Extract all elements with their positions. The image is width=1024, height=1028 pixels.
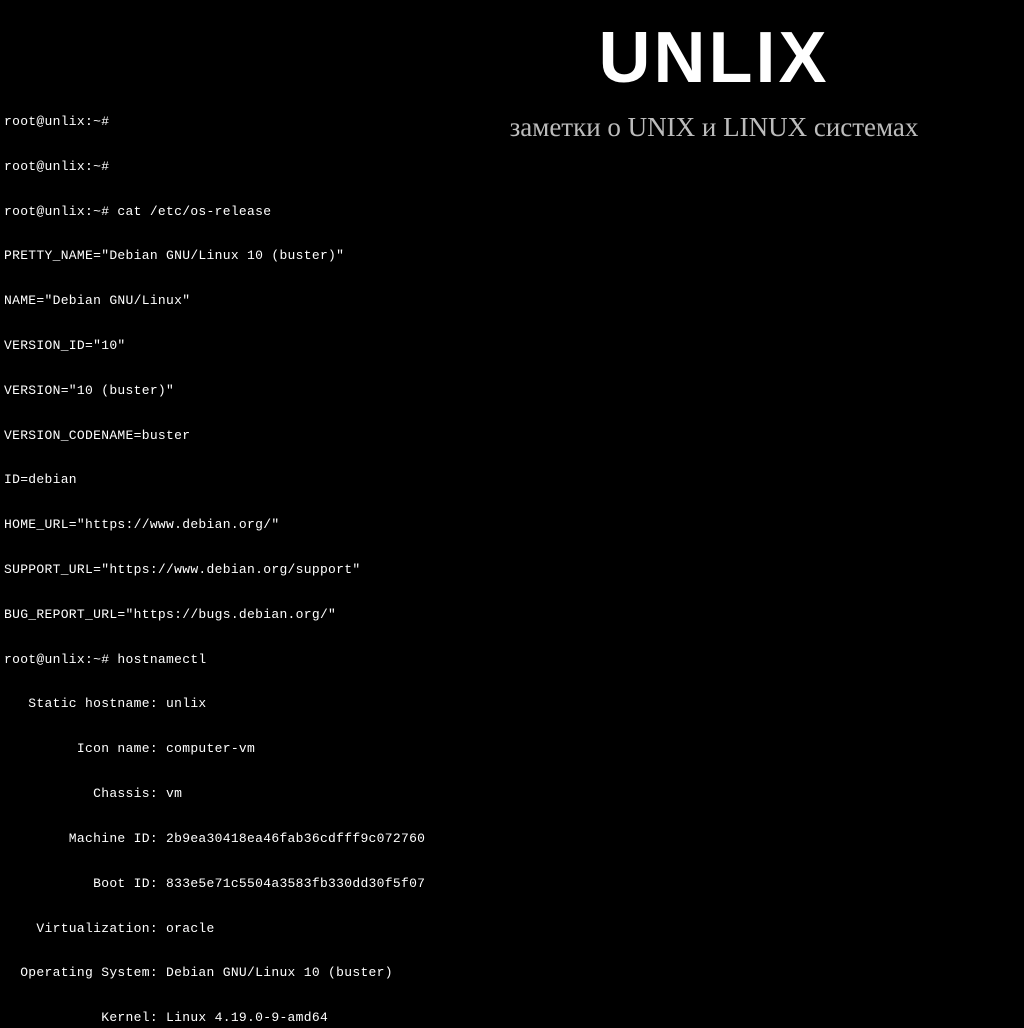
terminal-line: Static hostname: unlix [4,697,1020,712]
terminal-line: Icon name: computer-vm [4,742,1020,757]
terminal-line: Virtualization: oracle [4,922,1020,937]
terminal-line: Kernel: Linux 4.19.0-9-amd64 [4,1011,1020,1026]
terminal-line: VERSION_ID="10" [4,339,1020,354]
terminal-line: root@unlix:~# [4,160,1020,175]
brand-title: UNLIX [444,22,984,94]
terminal-line: VERSION="10 (buster)" [4,384,1020,399]
terminal-output[interactable]: root@unlix:~# root@unlix:~# root@unlix:~… [4,85,1020,1028]
terminal-line: Chassis: vm [4,787,1020,802]
terminal-line: NAME="Debian GNU/Linux" [4,294,1020,309]
terminal-line: BUG_REPORT_URL="https://bugs.debian.org/… [4,608,1020,623]
terminal-line: HOME_URL="https://www.debian.org/" [4,518,1020,533]
terminal-line: root@unlix:~# cat /etc/os-release [4,205,1020,220]
terminal-line: SUPPORT_URL="https://www.debian.org/supp… [4,563,1020,578]
terminal-line: root@unlix:~# hostnamectl [4,653,1020,668]
terminal-line: root@unlix:~# [4,115,1020,130]
terminal-line: PRETTY_NAME="Debian GNU/Linux 10 (buster… [4,249,1020,264]
terminal-line: Operating System: Debian GNU/Linux 10 (b… [4,966,1020,981]
terminal-line: VERSION_CODENAME=buster [4,429,1020,444]
terminal-line: Machine ID: 2b9ea30418ea46fab36cdfff9c07… [4,832,1020,847]
terminal-line: Boot ID: 833e5e71c5504a3583fb330dd30f5f0… [4,877,1020,892]
terminal-line: ID=debian [4,473,1020,488]
